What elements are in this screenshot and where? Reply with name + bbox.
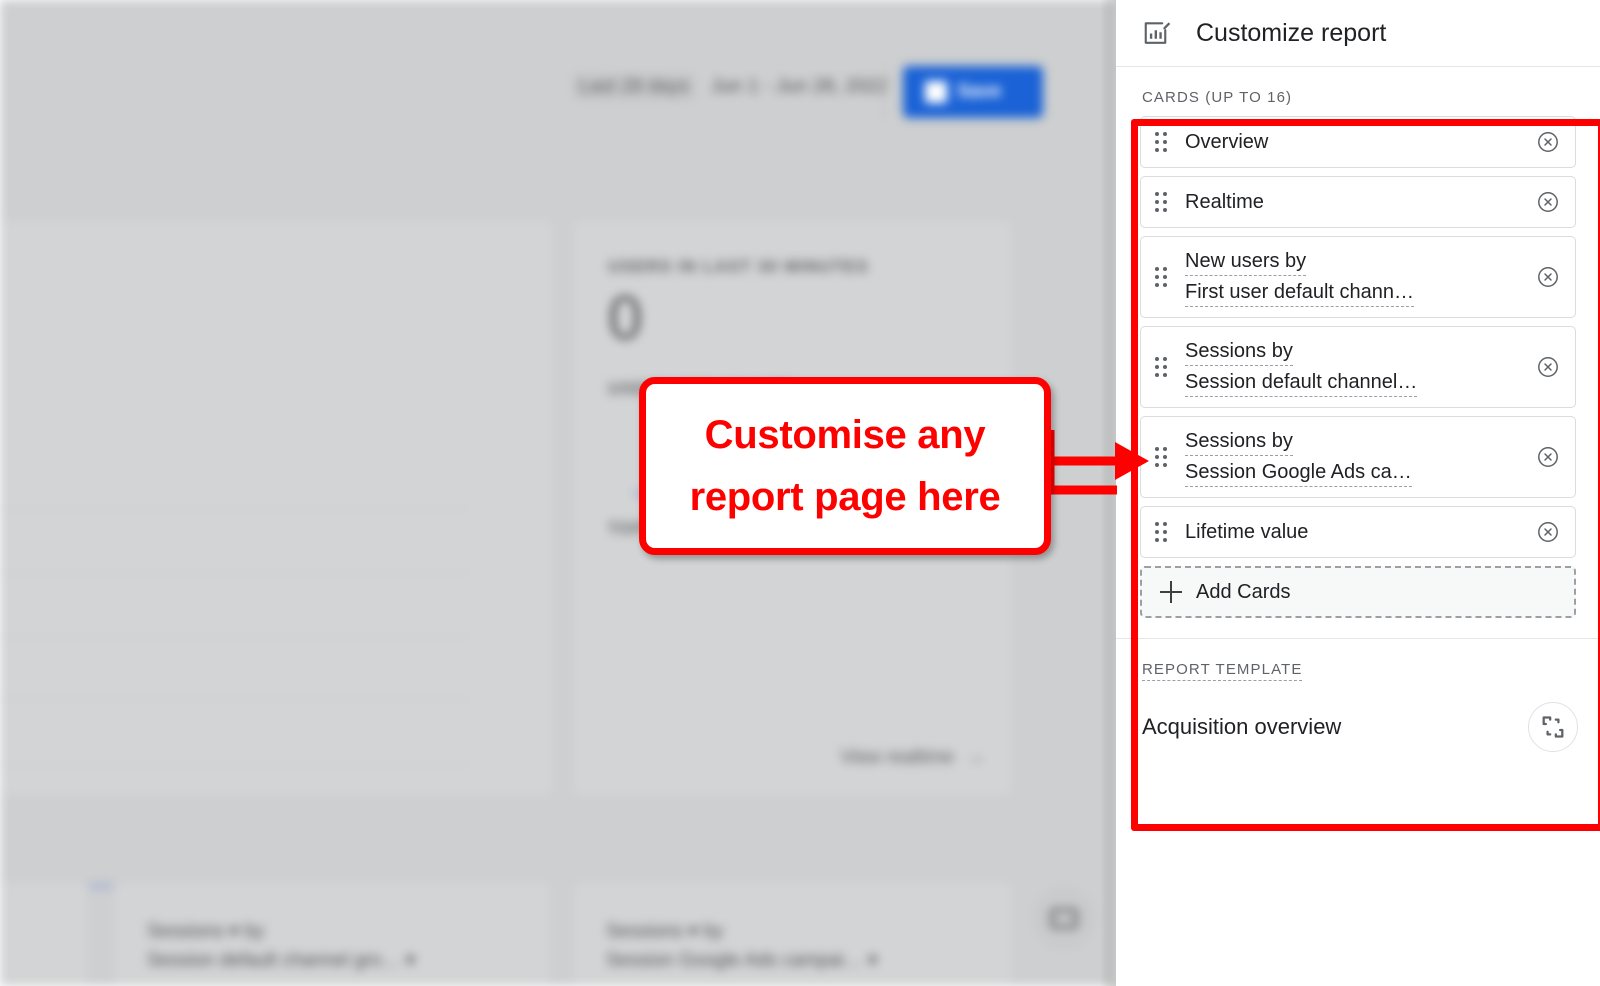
add-cards-button[interactable]: Add Cards [1140, 566, 1576, 618]
chart-edit-icon [1142, 18, 1172, 48]
card-item-label: Overview [1185, 130, 1269, 153]
card-item-label: Sessions by Session default channel… [1185, 337, 1418, 397]
drag-handle-icon[interactable] [1155, 356, 1171, 378]
close-circle-icon[interactable] [1535, 264, 1561, 290]
drag-handle-icon[interactable] [1155, 446, 1171, 468]
card-title-line1: Sessions ▾ by [606, 921, 724, 942]
date-range-text: Jun 1 - Jun 28, 2022 [711, 76, 889, 97]
card-item-label: Sessions by Session Google Ads ca… [1185, 427, 1412, 487]
users-over-time-card: 01 15 28 [0, 218, 555, 912]
report-template-row: Acquisition overview [1116, 700, 1600, 754]
card-dimension-name: First user default chann… [1185, 279, 1414, 307]
panel-title: Customize report [1196, 18, 1387, 47]
annotation-callout-text: Customise any report page here [689, 413, 1001, 519]
card-list-item[interactable]: Overview [1140, 116, 1576, 168]
date-range-selector[interactable]: Last 28 days Jun 1 - Jun 28, 2022 [573, 74, 888, 100]
chart-gridline [0, 636, 471, 637]
chat-feedback-icon [1050, 907, 1078, 929]
drag-handle-icon[interactable] [1155, 131, 1171, 153]
panel-header: Customize report [1116, 0, 1600, 67]
card-item-label: Lifetime value [1185, 520, 1309, 543]
chart-gridline [0, 509, 471, 510]
card-title-line2: Session default channel gro… ▾ [147, 950, 416, 972]
chart-gridline [0, 572, 471, 573]
close-circle-icon[interactable] [1535, 189, 1561, 215]
close-circle-icon[interactable] [1535, 129, 1561, 155]
plus-icon [1160, 581, 1182, 603]
card-title-line1: Sessions ▾ by [147, 921, 265, 942]
save-button[interactable]: Save [903, 66, 1043, 118]
chart-gridline [0, 699, 471, 700]
save-icon [925, 81, 947, 103]
card-item-label: New users by First user default chann… [1185, 247, 1414, 307]
cards-list: Overview Realtime New users by First use… [1116, 116, 1600, 618]
card-dimension-name: Session Google Ads ca… [1185, 459, 1412, 487]
card-title-line2: Session Google Ads campai… ▾ [606, 950, 878, 972]
card-list-item[interactable]: Sessions by Session Google Ads ca… [1140, 416, 1576, 498]
sessions-by-channel-card: Sessions ▾ by Session default channel gr… [112, 880, 552, 986]
card-metric-name: Sessions by [1185, 428, 1293, 456]
close-circle-icon[interactable] [1535, 519, 1561, 545]
card-list-item[interactable]: Realtime [1140, 176, 1576, 228]
card-list-item[interactable]: New users by First user default chann… [1140, 236, 1576, 318]
screenshot-root: Last 28 days Jun 1 - Jun 28, 2022 Save 0… [0, 0, 1600, 986]
chart-gridline [0, 764, 471, 765]
card-list-item[interactable]: Lifetime value [1140, 506, 1576, 558]
annotation-callout: Customise any report page here [639, 377, 1051, 555]
drag-handle-icon[interactable] [1155, 191, 1171, 213]
report-template-section-label: REPORT TEMPLATE [1116, 639, 1600, 681]
card-metric-name: Sessions by [1185, 338, 1293, 366]
drag-handle-icon[interactable] [1155, 266, 1171, 288]
link-template-icon[interactable] [1528, 702, 1578, 752]
view-realtime-label: View realtime [840, 747, 954, 768]
card-dimension-name: Session default channel… [1185, 369, 1418, 397]
sessions-by-google-ads-card: Sessions ▾ by Session Google Ads campai…… [571, 880, 1014, 986]
card-item-label: Realtime [1185, 190, 1264, 213]
customize-report-panel: Customize report CARDS (UP TO 16) Overvi… [1116, 0, 1600, 986]
add-cards-label: Add Cards [1196, 580, 1291, 603]
realtime-users-label: USERS IN LAST 30 MINUTES [608, 257, 869, 276]
toolbar-divider [884, 66, 885, 118]
bottom-card-partial [0, 880, 90, 986]
save-button-label: Save [957, 81, 1002, 102]
card-list-item[interactable]: Sessions by Session default channel… [1140, 326, 1576, 408]
view-realtime-link[interactable]: View realtime → [840, 747, 985, 769]
cards-section-label: CARDS (UP TO 16) [1142, 89, 1293, 106]
feedback-fab-button[interactable] [1034, 888, 1094, 948]
report-toolbar: Last 28 days Jun 1 - Jun 28, 2022 Save [0, 0, 1115, 160]
date-preset-chip: Last 28 days [573, 74, 696, 100]
close-circle-icon[interactable] [1535, 444, 1561, 470]
report-template-name: Acquisition overview [1142, 714, 1342, 739]
drag-handle-icon[interactable] [1155, 521, 1171, 543]
card-metric-name: New users by [1185, 248, 1307, 276]
realtime-users-value: 0 [608, 284, 643, 353]
arrow-right-icon: → [966, 747, 985, 768]
close-circle-icon[interactable] [1535, 354, 1561, 380]
